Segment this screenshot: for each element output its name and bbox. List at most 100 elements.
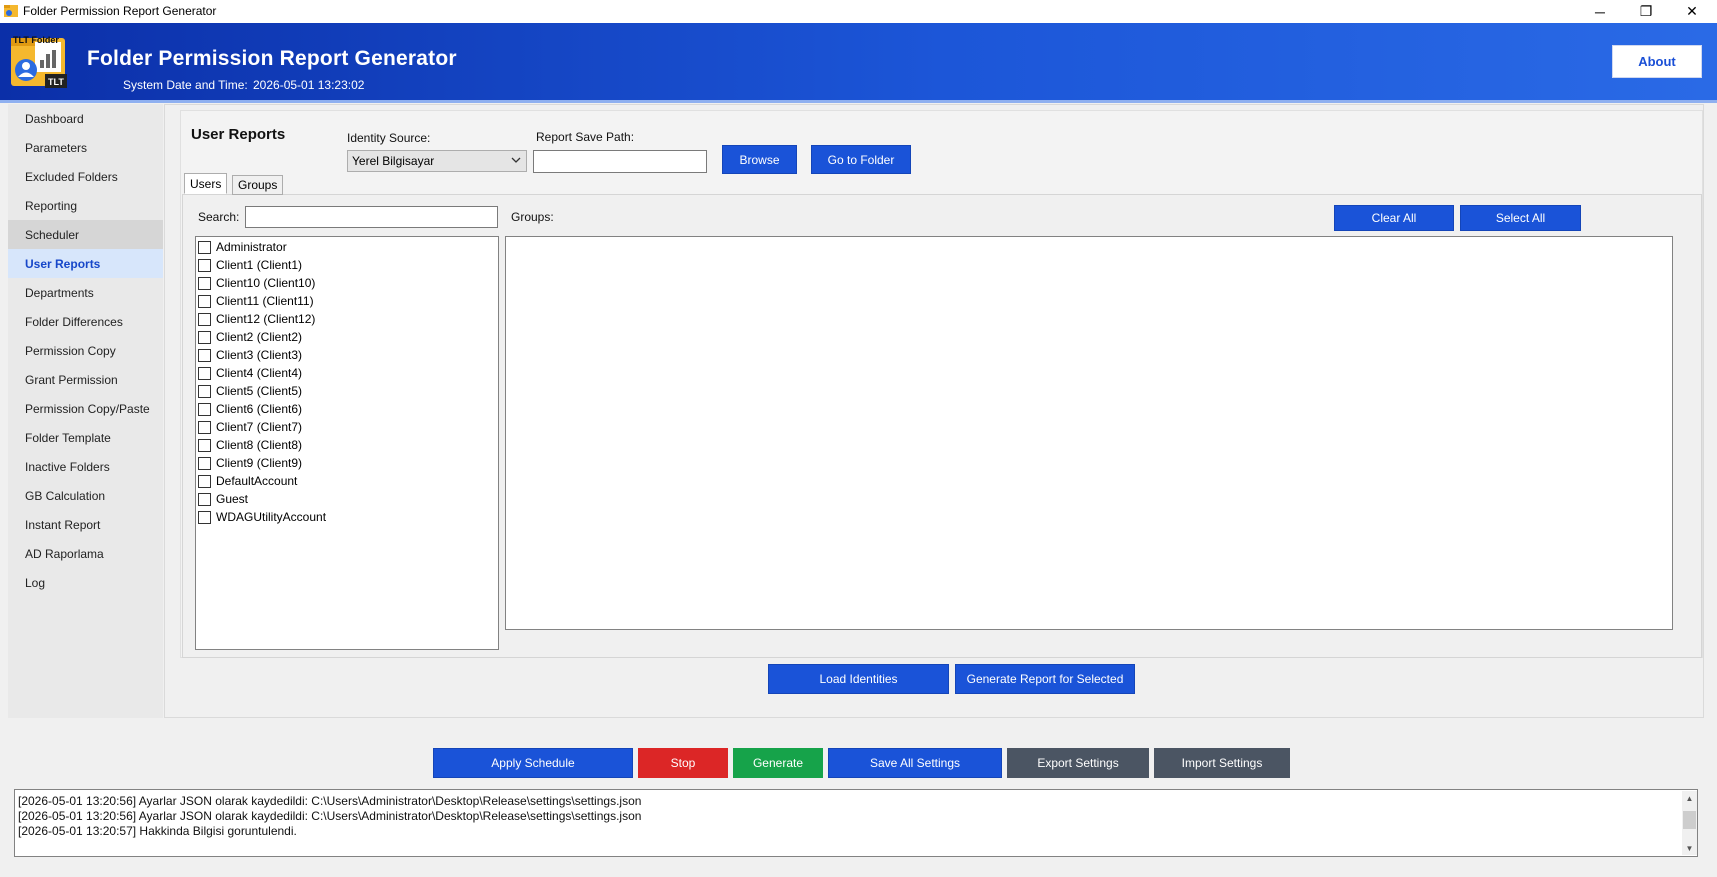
sidebar-item-folder-differences[interactable]: Folder Differences: [8, 307, 163, 336]
list-item[interactable]: Client4 (Client4): [198, 364, 302, 382]
identity-source-label: Identity Source:: [347, 131, 431, 145]
sidebar-item-excluded-folders[interactable]: Excluded Folders: [8, 162, 163, 191]
list-item[interactable]: Guest: [198, 490, 248, 508]
sidebar-item-log[interactable]: Log: [8, 568, 163, 597]
user-name: Client10 (Client10): [216, 276, 316, 290]
log-line: [2026-05-01 13:20:57] Hakkinda Bilgisi g…: [18, 824, 297, 838]
browse-button[interactable]: Browse: [722, 145, 797, 174]
list-item[interactable]: Client8 (Client8): [198, 436, 302, 454]
sidebar-item-departments[interactable]: Departments: [8, 278, 163, 307]
clear-all-button[interactable]: Clear All: [1334, 205, 1454, 231]
sidebar-item-ad-raporlama[interactable]: AD Raporlama: [8, 539, 163, 568]
users-list: Administrator Client1 (Client1) Client10…: [195, 236, 499, 650]
select-all-button[interactable]: Select All: [1460, 205, 1581, 231]
app-icon: [4, 5, 18, 17]
checkbox[interactable]: [198, 294, 211, 308]
user-name: Client6 (Client6): [216, 402, 303, 416]
user-name: Client5 (Client5): [216, 384, 303, 398]
sidebar-item-grant-permission[interactable]: Grant Permission: [8, 365, 163, 394]
scroll-down-icon[interactable]: ▼: [1682, 841, 1697, 855]
header-divider: [0, 100, 1717, 103]
tab-users[interactable]: Users: [184, 173, 228, 194]
checkbox[interactable]: [198, 492, 211, 506]
app-logo: TLT Folder TLT: [9, 32, 69, 92]
list-item[interactable]: Client9 (Client9): [198, 454, 302, 472]
list-item[interactable]: Client5 (Client5): [198, 382, 302, 400]
checkbox[interactable]: [198, 276, 211, 290]
groups-label: Groups:: [511, 210, 554, 224]
datetime-label: System Date and Time:: [123, 78, 248, 92]
checkbox[interactable]: [198, 474, 211, 488]
log-output[interactable]: [2026-05-01 13:20:56] Ayarlar JSON olara…: [14, 789, 1698, 857]
export-settings-button[interactable]: Export Settings: [1007, 748, 1149, 778]
user-name: Client3 (Client3): [216, 348, 303, 362]
list-item[interactable]: Client7 (Client7): [198, 418, 302, 436]
generate-report-selected-button[interactable]: Generate Report for Selected: [955, 664, 1135, 694]
checkbox[interactable]: [198, 240, 211, 254]
log-scrollbar[interactable]: ▲ ▼: [1682, 791, 1697, 855]
load-identities-button[interactable]: Load Identities: [768, 664, 949, 694]
sidebar-item-user-reports[interactable]: User Reports: [8, 249, 163, 278]
list-item[interactable]: Client12 (Client12): [198, 310, 315, 328]
restore-button[interactable]: ❐: [1623, 0, 1669, 23]
user-name: Client11 (Client11): [216, 294, 314, 308]
sidebar-item-gb-calculation[interactable]: GB Calculation: [8, 481, 163, 510]
checkbox[interactable]: [198, 366, 211, 380]
scroll-up-icon[interactable]: ▲: [1682, 791, 1697, 805]
search-input[interactable]: [245, 206, 498, 228]
apply-schedule-button[interactable]: Apply Schedule: [433, 748, 633, 778]
checkbox[interactable]: [198, 438, 211, 452]
sidebar-item-instant-report[interactable]: Instant Report: [8, 510, 163, 539]
user-name: Client1 (Client1): [216, 258, 303, 272]
sidebar-item-inactive-folders[interactable]: Inactive Folders: [8, 452, 163, 481]
import-settings-button[interactable]: Import Settings: [1154, 748, 1290, 778]
report-save-path-label: Report Save Path:: [536, 130, 635, 144]
about-button[interactable]: About: [1612, 45, 1702, 78]
checkbox[interactable]: [198, 510, 211, 524]
list-item[interactable]: WDAGUtilityAccount: [198, 508, 326, 526]
list-item[interactable]: Client11 (Client11): [198, 292, 314, 310]
groups-list[interactable]: [505, 236, 1673, 630]
minimize-button[interactable]: ─: [1577, 0, 1623, 23]
list-item[interactable]: Client3 (Client3): [198, 346, 302, 364]
datetime-value: 2026-05-01 13:23:02: [253, 78, 365, 92]
user-name: Guest: [216, 492, 249, 506]
user-name: Client12 (Client12): [216, 312, 316, 326]
sidebar-item-folder-template[interactable]: Folder Template: [8, 423, 163, 452]
sidebar-item-scheduler[interactable]: Scheduler: [8, 220, 163, 249]
window-title: Folder Permission Report Generator: [23, 4, 217, 18]
tab-groups[interactable]: Groups: [232, 175, 284, 195]
checkbox[interactable]: [198, 456, 211, 470]
save-all-settings-button[interactable]: Save All Settings: [828, 748, 1002, 778]
list-item[interactable]: Client2 (Client2): [198, 328, 302, 346]
sidebar-item-reporting[interactable]: Reporting: [8, 191, 163, 220]
close-button[interactable]: ✕: [1669, 0, 1715, 23]
user-name: Administrator: [216, 240, 287, 254]
checkbox[interactable]: [198, 402, 211, 416]
search-label: Search:: [198, 210, 240, 224]
generate-button[interactable]: Generate: [733, 748, 823, 778]
identity-source-select[interactable]: Yerel Bilgisayar: [347, 150, 527, 172]
checkbox[interactable]: [198, 312, 211, 326]
sidebar-item-dashboard[interactable]: Dashboard: [8, 104, 163, 133]
scroll-thumb[interactable]: [1683, 811, 1696, 829]
user-name: Client8 (Client8): [216, 438, 303, 452]
checkbox[interactable]: [198, 330, 211, 344]
list-item[interactable]: Administrator: [198, 238, 287, 256]
go-to-folder-button[interactable]: Go to Folder: [811, 145, 911, 174]
sidebar-item-permission-copy-paste[interactable]: Permission Copy/Paste: [8, 394, 163, 423]
list-item[interactable]: Client6 (Client6): [198, 400, 302, 418]
identity-source-value: Yerel Bilgisayar: [352, 154, 435, 168]
stop-button[interactable]: Stop: [638, 748, 728, 778]
list-item[interactable]: DefaultAccount: [198, 472, 297, 490]
checkbox[interactable]: [198, 384, 211, 398]
checkbox[interactable]: [198, 258, 211, 272]
list-item[interactable]: Client1 (Client1): [198, 256, 302, 274]
sidebar-item-parameters[interactable]: Parameters: [8, 133, 163, 162]
window-titlebar: Folder Permission Report Generator ─ ❐ ✕: [0, 0, 1717, 23]
checkbox[interactable]: [198, 420, 211, 434]
list-item[interactable]: Client10 (Client10): [198, 274, 315, 292]
report-save-path-input[interactable]: [533, 150, 707, 173]
sidebar-item-permission-copy[interactable]: Permission Copy: [8, 336, 163, 365]
checkbox[interactable]: [198, 348, 211, 362]
